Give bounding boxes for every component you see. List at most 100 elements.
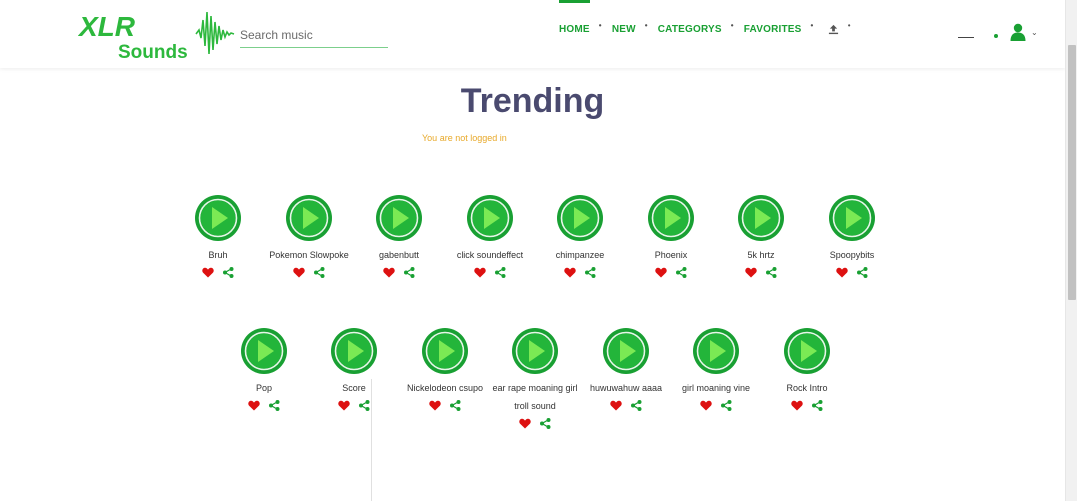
play-icon[interactable] [647,194,695,242]
menu-dash[interactable] [958,37,974,38]
play-icon[interactable] [556,194,604,242]
login-notice: You are not logged in [422,133,507,143]
nav-categorys[interactable]: CATEGORYS [658,0,734,58]
heart-icon[interactable] [564,267,576,278]
sound-actions [400,400,490,411]
play-icon[interactable] [285,194,333,242]
sound-card: Spoopybits [807,194,897,278]
heart-icon[interactable] [519,418,531,429]
share-icon[interactable] [765,267,777,278]
heart-icon[interactable] [791,400,803,411]
heart-icon[interactable] [338,400,350,411]
sound-name: Phoenix [654,250,688,260]
search-input[interactable] [240,22,388,48]
sound-name: girl moaning vine [681,383,751,393]
play-icon[interactable] [828,194,876,242]
sound-actions [445,267,535,278]
sound-name: gabenbutt [378,250,420,260]
sound-card: 5k hrtz [716,194,806,278]
heart-icon[interactable] [836,267,848,278]
heart-icon[interactable] [700,400,712,411]
play-icon[interactable] [375,194,423,242]
sound-card: Nickelodeon csupo [400,327,490,411]
share-icon[interactable] [811,400,823,411]
share-icon[interactable] [222,267,234,278]
play-icon[interactable] [783,327,831,375]
share-icon[interactable] [584,267,596,278]
heart-icon[interactable] [474,267,486,278]
share-icon[interactable] [675,267,687,278]
user-icon[interactable] [1010,23,1026,41]
share-icon[interactable] [358,400,370,411]
nav-upload[interactable] [828,0,851,58]
heart-icon[interactable] [248,400,260,411]
play-icon[interactable] [692,327,740,375]
play-icon[interactable] [737,194,785,242]
sound-name: click soundeffect [456,250,524,260]
share-icon[interactable] [720,400,732,411]
logo-xlr-text: XLR [78,11,136,42]
sound-actions [264,267,354,278]
play-icon[interactable] [194,194,242,242]
page-title: Trending [460,82,605,120]
share-icon[interactable] [449,400,461,411]
sound-actions [354,267,444,278]
sound-card: Pokemon Slowpoke [264,194,354,278]
sound-card: girl moaning vine [671,327,761,411]
sound-actions [807,267,897,278]
sound-name: ear rape moaning girl troll sound [492,383,578,411]
chevron-down-icon[interactable]: ⌄ [1031,28,1038,37]
sound-card: Pop [219,327,309,411]
nav-favorites[interactable]: FAVORITES [744,0,813,58]
sound-name: chimpanzee [555,250,605,260]
sound-actions [581,400,671,411]
nav-new[interactable]: NEW [612,0,648,58]
page-scrollbar[interactable] [1065,0,1077,501]
sound-name: huwuwahuw aaaa [589,383,663,393]
heart-icon[interactable] [293,267,305,278]
heart-icon[interactable] [745,267,757,278]
sound-card: huwuwahuw aaaa [581,327,671,411]
share-icon[interactable] [630,400,642,411]
sound-name: Bruh [208,250,228,260]
upload-icon [828,24,838,34]
share-icon[interactable] [403,267,415,278]
online-dot [994,34,998,38]
play-icon[interactable] [330,327,378,375]
share-icon[interactable] [313,267,325,278]
play-icon[interactable] [240,327,288,375]
play-icon[interactable] [602,327,650,375]
share-icon[interactable] [268,400,280,411]
play-icon[interactable] [466,194,514,242]
nav-home[interactable]: HOME [559,0,602,58]
sound-actions [173,267,263,278]
sound-actions [626,267,716,278]
play-icon[interactable] [421,327,469,375]
heart-icon[interactable] [202,267,214,278]
share-icon[interactable] [539,418,551,429]
play-icon[interactable] [511,327,559,375]
scrollbar-thumb[interactable] [1068,45,1076,300]
sound-name: Rock Intro [786,383,828,393]
sound-card: Rock Intro [762,327,852,411]
sound-actions [671,400,761,411]
share-icon[interactable] [494,267,506,278]
heart-icon[interactable] [610,400,622,411]
sound-name: Nickelodeon csupo [406,383,484,393]
main-nav: HOME NEW CATEGORYS FAVORITES [559,0,851,58]
sound-name: Pokemon Slowpoke [269,250,349,260]
heart-icon[interactable] [383,267,395,278]
sound-actions [716,267,806,278]
sound-actions [219,400,309,411]
sound-card: click soundeffect [445,194,535,278]
share-icon[interactable] [856,267,868,278]
sound-name: Spoopybits [829,250,875,260]
sound-card: Score [309,327,399,411]
logo-sounds-text: Sounds [118,42,188,60]
heart-icon[interactable] [429,400,441,411]
sound-name: Score [342,383,366,393]
sound-name: Pop [255,383,272,393]
heart-icon[interactable] [655,267,667,278]
sound-name: 5k hrtz [747,250,775,260]
xlr-sounds-logo[interactable]: XLR Sounds [78,8,238,60]
